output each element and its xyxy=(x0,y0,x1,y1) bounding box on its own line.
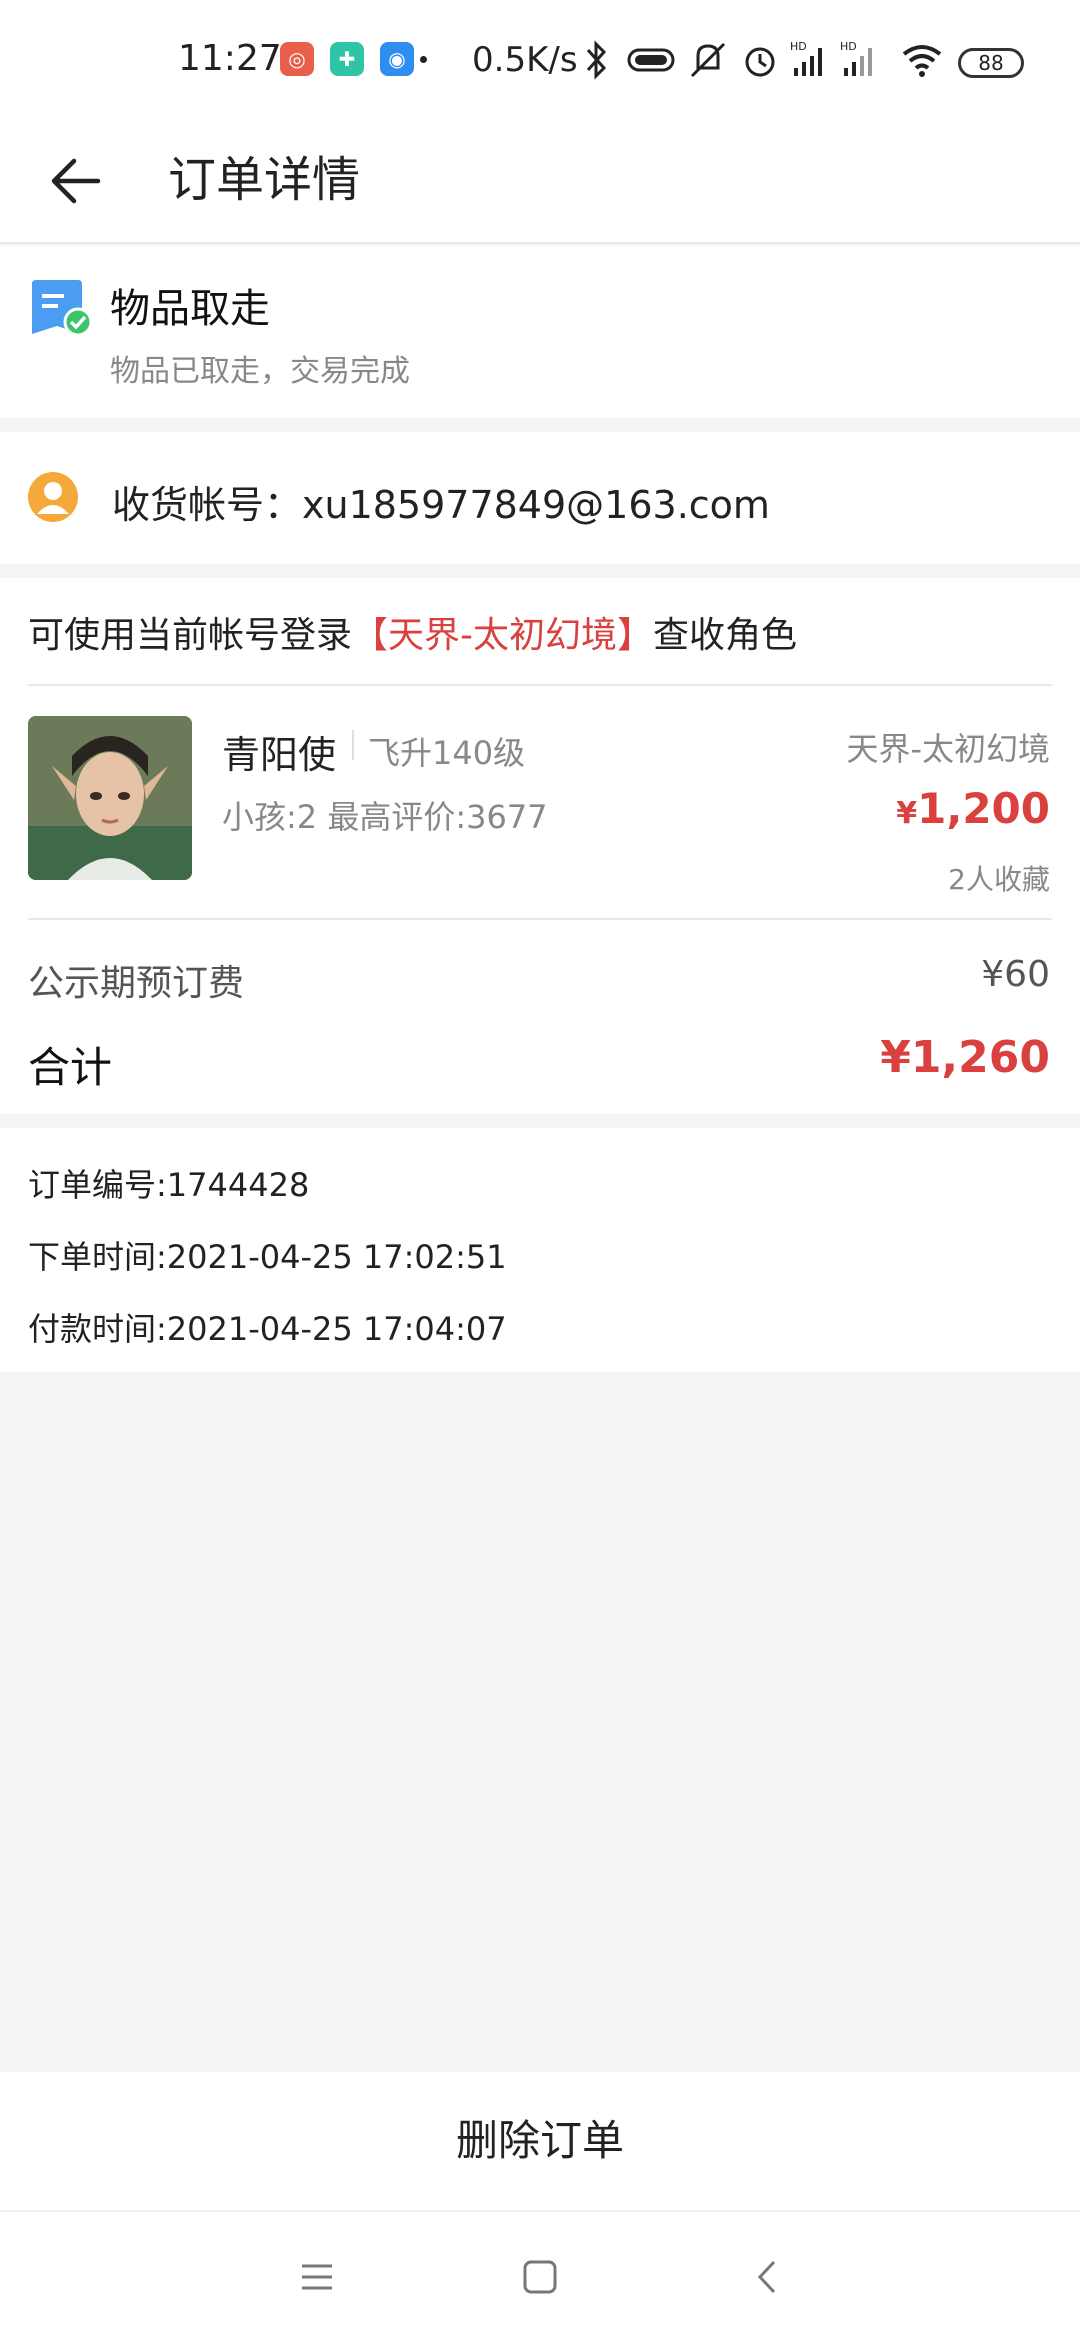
shield-app-icon: ✚ xyxy=(330,42,364,76)
character-name: 青阳使 xyxy=(222,733,337,777)
netease-app-icon: ◎ xyxy=(280,42,314,76)
system-nav-bar xyxy=(0,2210,1080,2340)
network-speed: 0.5K/s xyxy=(472,40,578,80)
deposit-fee-label: 公示期预订费 xyxy=(28,963,245,1004)
order-info-card: 订单编号:1744428 下单时间:2021-04-25 17:02:51 付款… xyxy=(0,1128,1080,1372)
status-time: 11:27 xyxy=(178,38,282,79)
signal-1-icon: HD xyxy=(790,40,822,76)
item-detail-card: 可使用当前帐号登录【天界-太初幻境】查收角色 青阳使 飞升140级 小孩:2 最… xyxy=(0,578,1080,1114)
character-level: 飞升140级 xyxy=(368,734,526,772)
svg-text:HD: HD xyxy=(840,40,857,53)
order-number: 订单编号:1744428 xyxy=(28,1166,310,1204)
notification-dot-icon xyxy=(420,56,427,63)
price-currency: ¥ xyxy=(896,796,918,831)
page-header: 订单详情 xyxy=(0,120,1080,244)
login-hint-prefix: 可使用当前帐号登录 xyxy=(28,615,353,656)
bluetooth-icon xyxy=(586,40,607,80)
back-icon[interactable] xyxy=(740,2250,794,2304)
order-complete-icon xyxy=(32,280,92,337)
battery-indicator: 88 xyxy=(958,48,1024,78)
arrow-left-icon[interactable] xyxy=(44,146,114,216)
mute-bell-icon xyxy=(690,42,726,78)
item-price: ¥1,200 xyxy=(896,784,1050,833)
svg-text:HD: HD xyxy=(790,40,807,53)
page-title: 订单详情 xyxy=(168,152,361,208)
order-status-card: 物品取走 物品已取走，交易完成 xyxy=(0,246,1080,418)
home-icon[interactable] xyxy=(513,2250,567,2304)
price-value: 1,200 xyxy=(917,784,1050,833)
order-status-description: 物品已取走，交易完成 xyxy=(110,354,410,389)
character-server: 天界-太初幻境 xyxy=(846,730,1050,768)
order-status-title: 物品取走 xyxy=(110,286,270,332)
character-portrait[interactable] xyxy=(28,716,192,880)
total-label: 合计 xyxy=(28,1043,113,1092)
login-hint: 可使用当前帐号登录【天界-太初幻境】查收角色 xyxy=(28,606,797,658)
login-hint-server: 【天界-太初幻境】 xyxy=(352,615,654,656)
total-currency: ¥ xyxy=(880,1032,911,1083)
alarm-icon xyxy=(745,47,775,77)
menu-icon[interactable] xyxy=(290,2250,344,2304)
divider xyxy=(28,918,1052,920)
signal-2-icon: HD xyxy=(840,40,872,76)
browser-app-icon: ◉ xyxy=(380,42,414,76)
favorites-count: 2人收藏 xyxy=(948,863,1050,896)
bottom-action-bar: 删除订单 xyxy=(0,2072,1080,2210)
payment-time: 付款时间:2021-04-25 17:04:07 xyxy=(28,1310,507,1348)
character-meta: 小孩:2 最高评价:3677 xyxy=(222,798,548,836)
receiving-account-card: 收货帐号：xu185977849@163.com xyxy=(0,432,1080,564)
total-value: ¥1,260 xyxy=(880,1032,1050,1083)
status-bar: 11:27 ◎ ✚ ◉ 0.5K/s HD HD 88 xyxy=(0,0,1080,120)
separator xyxy=(352,730,354,760)
order-time: 下单时间:2021-04-25 17:02:51 xyxy=(28,1238,507,1276)
wifi-icon xyxy=(902,45,942,77)
delete-order-button[interactable]: 删除订单 xyxy=(0,2072,1080,2210)
user-avatar-icon xyxy=(28,472,78,522)
total-amount: 1,260 xyxy=(910,1032,1050,1083)
vibrate-icon xyxy=(627,48,675,72)
divider xyxy=(28,684,1052,686)
receiving-account: 收货帐号：xu185977849@163.com xyxy=(112,483,770,527)
deposit-fee-value: ¥60 xyxy=(981,954,1050,995)
login-hint-suffix: 查收角色 xyxy=(653,615,798,656)
